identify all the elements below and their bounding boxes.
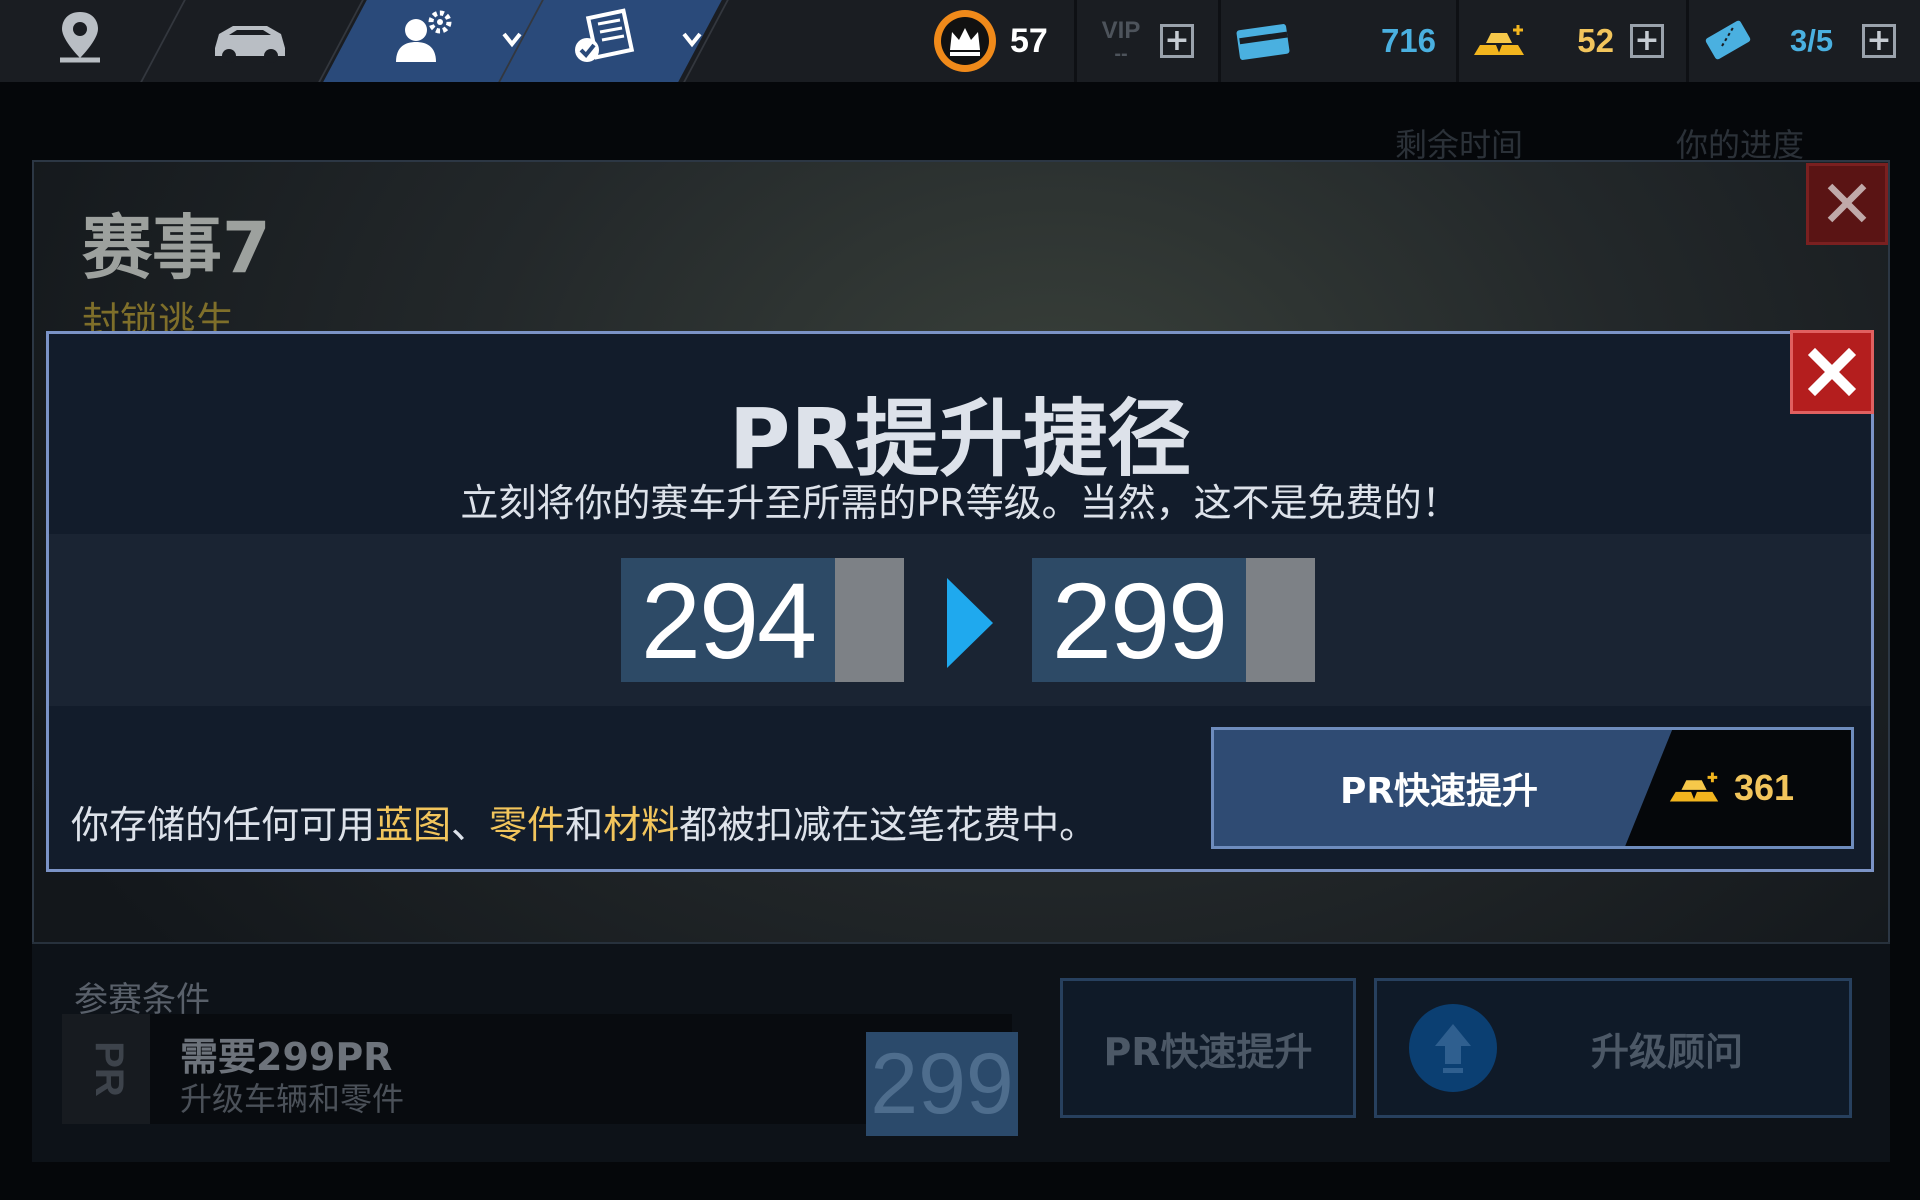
stat-separator [1074,0,1077,82]
footnote-text: 都被扣减在这笔花费中。 [679,803,1098,847]
entry-required-pr: 299 [866,1032,1018,1136]
entry-requirement-text: 需要299PR [180,1035,393,1079]
pr-tag: PR [835,558,904,682]
chevron-down-icon [682,32,702,48]
nav-map-button[interactable] [40,0,120,82]
footnote-text: 你存储的任何可用 [71,803,376,847]
dialog-subtitle: 立刻将你的赛车升至所需的PR等级。当然，这不是免费的！ [460,481,1460,525]
nav-garage-button[interactable] [205,0,295,82]
boost-cost-value: 361 [1734,767,1795,808]
vip-plus-button[interactable]: + [1160,0,1194,82]
upgrade-arrow-icon [1409,1004,1497,1092]
crown-level-icon [934,10,996,72]
location-pin-icon [60,12,100,63]
gold-plus-button[interactable]: + [1630,0,1664,82]
current-pr-value: 294 [621,558,835,682]
player-level[interactable]: 57 [930,0,1048,82]
chevron-down-icon [502,32,522,48]
plus-icon: + [1160,24,1194,58]
stat-separator [1218,0,1221,82]
dialog-close-button[interactable] [1790,330,1874,414]
footnote-materials: 材料 [603,803,680,847]
dialog-footnote: 你存储的任何可用蓝图、零件和材料都被扣减在这笔花费中。 [71,794,1097,849]
target-pr: 299 PR [1032,558,1315,682]
vip-label: VIP [1101,17,1141,44]
ticket-icon-wrap [1700,0,1756,82]
plus-icon: + [1862,24,1896,58]
pr-boost-purchase-button[interactable]: PR快速提升 361 [1211,727,1854,849]
level-value: 57 [1010,21,1048,60]
nav-profile-button[interactable] [380,0,470,82]
footnote-text: 、 [451,803,490,847]
gold-bars-icon [1474,25,1524,55]
car-icon [215,26,285,63]
event-close-button[interactable]: ✕ [1806,163,1888,245]
gold-icon-wrap [1470,0,1530,82]
footnote-blueprints: 蓝图 [375,803,452,847]
entry-pr-boost-button[interactable]: PR快速提升 [1060,978,1356,1118]
stat-separator [1456,0,1459,82]
close-icon [1807,347,1857,397]
cost-value-wrap: 361 [1666,730,1851,846]
ticket-icon [1705,20,1751,60]
ticket-plus-button[interactable]: + [1862,0,1896,82]
footnote-parts: 零件 [489,803,566,847]
arrow-right-icon [947,578,993,668]
nav-divider [140,0,186,82]
vip-value: -- [1114,43,1128,65]
cash-icon-wrap [1236,0,1292,82]
entry-requirement-hint: 升级车辆和零件 [180,1080,405,1118]
entry-requirements-section: 参赛条件 PR 需要299PR 升级车辆和零件 299 PR快速提升 升级顾问 [32,942,1890,1162]
upgrade-advisor-label: 升级顾问 [1591,1029,1744,1074]
pr-boost-label: PR快速提升 [1339,771,1539,812]
profile-settings-icon [396,10,452,62]
upgrade-advisor-button[interactable]: 升级顾问 [1374,978,1852,1118]
stat-separator [1686,0,1689,82]
plus-icon: + [1630,24,1664,58]
checklist-icon [575,8,635,62]
nav-profile-dropdown[interactable] [492,0,532,82]
ticket-count: 3/5 [1790,23,1834,58]
gold-amount: 52 [1577,22,1614,59]
pr-tag: PR [1246,558,1315,682]
nav-missions-button[interactable] [560,0,650,82]
gold-bars-icon [1669,772,1719,802]
current-pr: 294 PR [621,558,904,682]
nav-missions-dropdown[interactable] [672,0,712,82]
pr-badge-icon: PR [62,1014,150,1124]
vip-status[interactable]: VIP -- [1096,0,1146,82]
cash-card-icon [1236,24,1290,60]
target-pr-value: 299 [1032,558,1246,682]
footnote-text: 和 [565,803,604,847]
cash-amount: 716 [1380,22,1436,59]
top-bar: 57 VIP -- + 716 52 + 3/5 + [0,0,1920,82]
svg-text:PR: PR [87,1041,126,1097]
event-title: 赛事7 [82,207,271,289]
pr-comparison: 294 PR 299 PR [49,534,1871,706]
